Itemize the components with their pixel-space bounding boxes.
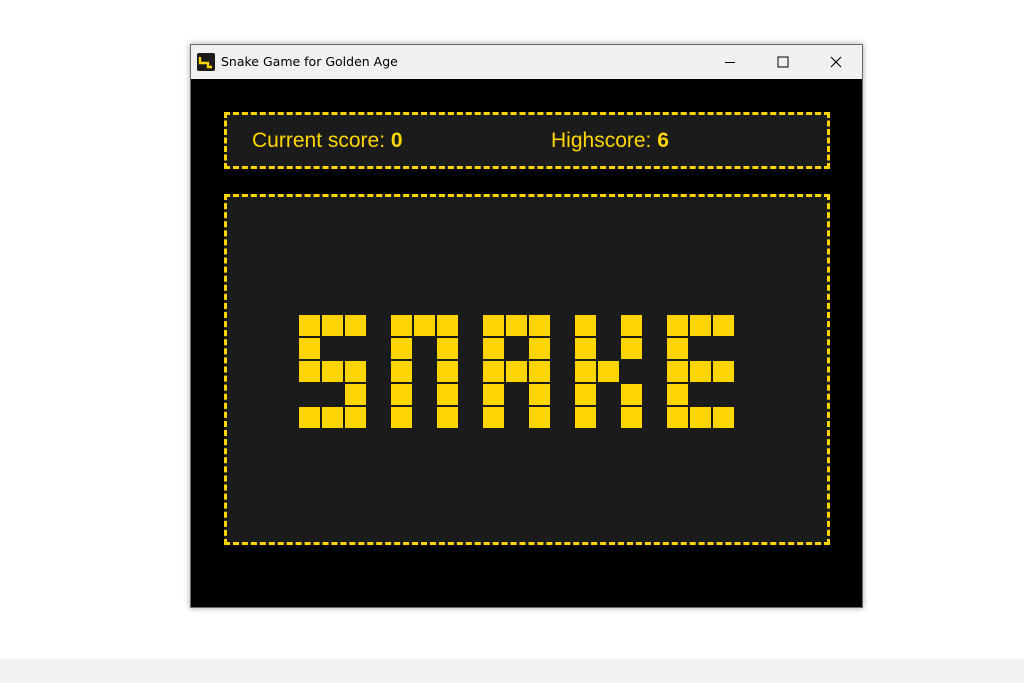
high-score-label: Highscore: — [551, 129, 652, 152]
logo-block — [529, 315, 550, 336]
current-score-value: 0 — [390, 129, 403, 152]
minimize-button[interactable] — [704, 45, 756, 79]
logo-block — [621, 384, 642, 405]
logo-block — [437, 384, 458, 405]
logo-block — [299, 361, 320, 382]
current-score-label: Current score: — [252, 129, 386, 152]
logo-block — [621, 338, 642, 359]
logo-block — [575, 338, 596, 359]
window-title: Snake Game for Golden Age — [221, 54, 398, 69]
game-board[interactable] — [224, 194, 830, 545]
maximize-icon — [777, 56, 789, 68]
logo-block — [322, 361, 343, 382]
logo-block — [345, 315, 366, 336]
logo-block — [345, 384, 366, 405]
snake-logo — [299, 315, 734, 428]
logo-block — [575, 407, 596, 428]
logo-block — [506, 315, 527, 336]
logo-block — [690, 361, 711, 382]
logo-block — [483, 338, 504, 359]
logo-block — [667, 361, 688, 382]
maximize-button[interactable] — [757, 45, 809, 79]
logo-block — [391, 407, 412, 428]
close-button[interactable] — [810, 45, 862, 79]
logo-block — [667, 407, 688, 428]
logo-block — [621, 315, 642, 336]
logo-block — [483, 361, 504, 382]
current-score: Current score: 0 — [252, 129, 403, 153]
desktop-bottom-strip — [0, 659, 1024, 683]
logo-block — [575, 315, 596, 336]
logo-block — [391, 361, 412, 382]
logo-block — [667, 338, 688, 359]
logo-block — [322, 407, 343, 428]
logo-block — [345, 361, 366, 382]
logo-block — [529, 338, 550, 359]
logo-block — [391, 384, 412, 405]
logo-block — [299, 338, 320, 359]
logo-block — [575, 384, 596, 405]
logo-block — [299, 407, 320, 428]
logo-block — [598, 361, 619, 382]
logo-block — [437, 315, 458, 336]
title-bar[interactable]: Snake Game for Golden Age — [191, 45, 862, 79]
logo-block — [437, 361, 458, 382]
logo-block — [391, 338, 412, 359]
high-score-value: 6 — [657, 129, 669, 152]
logo-block — [506, 361, 527, 382]
logo-block — [529, 361, 550, 382]
logo-block — [483, 384, 504, 405]
score-panel: Current score: 0 Highscore: 6 — [224, 112, 830, 169]
logo-block — [713, 361, 734, 382]
snake-app-icon — [197, 53, 215, 71]
logo-block — [529, 407, 550, 428]
app-window: Snake Game for Golden Age Current score:… — [190, 44, 863, 608]
logo-block — [483, 315, 504, 336]
logo-block — [690, 315, 711, 336]
logo-block — [667, 384, 688, 405]
logo-block — [414, 315, 435, 336]
logo-block — [483, 407, 504, 428]
logo-block — [713, 315, 734, 336]
logo-block — [667, 315, 688, 336]
minimize-icon — [725, 62, 735, 63]
logo-block — [529, 384, 550, 405]
logo-block — [299, 315, 320, 336]
logo-block — [437, 407, 458, 428]
logo-block — [437, 338, 458, 359]
logo-block — [621, 407, 642, 428]
logo-block — [713, 407, 734, 428]
logo-block — [322, 315, 343, 336]
close-icon — [830, 56, 842, 68]
high-score: Highscore: 6 — [551, 129, 669, 153]
logo-block — [391, 315, 412, 336]
logo-block — [345, 407, 366, 428]
logo-block — [575, 361, 596, 382]
logo-block — [690, 407, 711, 428]
